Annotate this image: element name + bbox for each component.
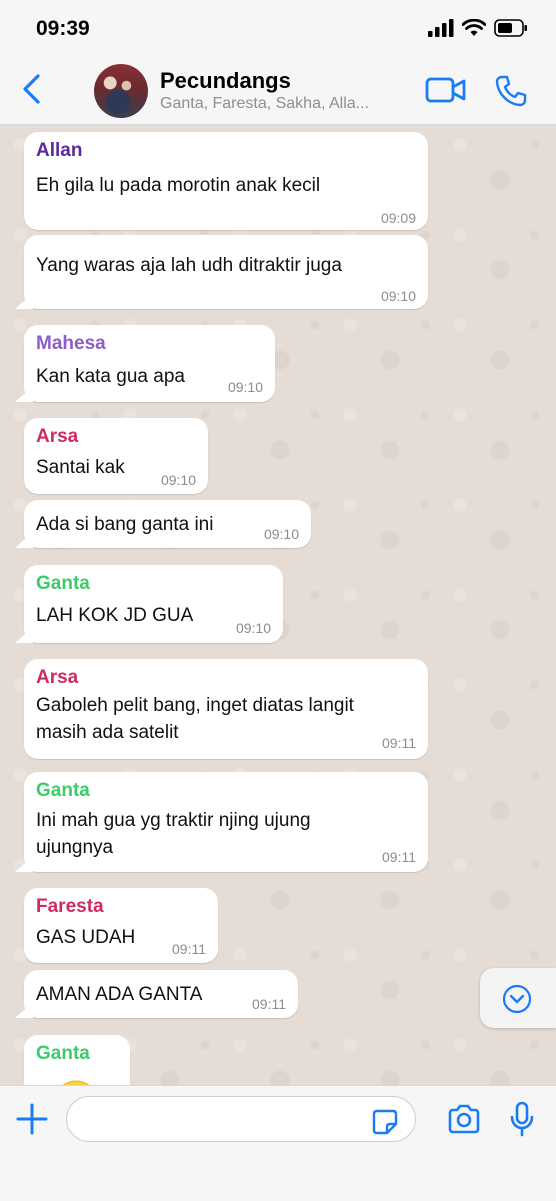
message-text: Ada si bang ganta ini	[36, 514, 214, 535]
message-bubble[interactable]: AMAN ADA GANTA 09:11	[24, 970, 298, 1018]
message-text: Ini mah gua yg traktir njing ujung	[36, 810, 311, 831]
message-bubble[interactable]: Mahesa Kan kata gua apa 09:10	[24, 325, 275, 402]
message-bubble[interactable]: Ada si bang ganta ini 09:10	[24, 500, 311, 548]
message-sender: Allan	[36, 140, 83, 161]
message-text: LAH KOK JD GUA	[36, 605, 194, 626]
group-avatar[interactable]	[94, 64, 148, 118]
message-bubble[interactable]: Arsa Santai kak 09:10	[24, 418, 208, 494]
message-time: 09:11	[382, 735, 416, 751]
sticker-icon[interactable]	[372, 1109, 398, 1135]
message-sender: Ganta	[36, 573, 90, 594]
message-sender: Arsa	[36, 426, 79, 447]
message-sender: Mahesa	[36, 333, 106, 354]
message-bubble[interactable]: Ganta Ini mah gua yg traktir njing ujung…	[24, 772, 428, 872]
video-call-icon[interactable]	[425, 76, 467, 104]
wifi-icon	[462, 19, 486, 36]
chat-header: Pecundangs Ganta, Faresta, Sakha, Alla..…	[0, 58, 556, 125]
message-text: Kan kata gua apa	[36, 366, 185, 387]
message-sender: Arsa	[36, 667, 79, 688]
message-bubble[interactable]: Yang waras aja lah udh ditraktir juga 09…	[24, 235, 428, 309]
message-time: 09:10	[380, 288, 416, 304]
message-sender: Faresta	[36, 896, 104, 917]
message-time: 09:10	[227, 379, 263, 395]
group-members[interactable]: Ganta, Faresta, Sakha, Alla...	[160, 95, 400, 113]
message-text: GAS UDAH	[36, 927, 136, 948]
message-text: masih ada satelit	[36, 722, 179, 743]
status-bar: 09:39	[0, 0, 556, 58]
message-bubble[interactable]: Arsa Gaboleh pelit bang, inget diatas la…	[24, 659, 428, 759]
message-sender: Ganta	[36, 780, 90, 801]
chevron-down-icon	[502, 984, 532, 1014]
camera-icon[interactable]	[447, 1104, 481, 1134]
signal-icon	[428, 19, 454, 37]
scroll-to-bottom-button[interactable]	[480, 968, 556, 1028]
composer-bar	[0, 1085, 556, 1201]
message-time: 09:10	[235, 620, 271, 636]
message-text: ujungnya	[36, 837, 114, 858]
message-bubble[interactable]: Ganta LAH KOK JD GUA 09:10	[24, 565, 283, 643]
message-time: 09:11	[172, 941, 206, 957]
message-time: 09:11	[382, 849, 416, 865]
message-sender: Ganta	[36, 1043, 90, 1064]
message-time: 09:09	[380, 210, 416, 226]
message-time: 09:10	[160, 472, 196, 488]
message-list[interactable]: Allan Eh gila lu pada morotin anak kecil…	[0, 125, 556, 1085]
message-time: 09:10	[263, 526, 299, 542]
message-text: AMAN ADA GANTA	[36, 984, 203, 1005]
message-text: Santai kak	[36, 457, 125, 478]
message-bubble[interactable]: Allan Eh gila lu pada morotin anak kecil…	[24, 132, 428, 230]
status-icons	[428, 19, 528, 37]
message-text: Yang waras aja lah udh ditraktir juga	[36, 255, 342, 276]
status-time: 09:39	[36, 17, 90, 40]
message-text: Eh gila lu pada morotin anak kecil	[36, 175, 321, 196]
chevron-left-icon[interactable]	[18, 72, 48, 106]
group-title[interactable]: Pecundangs	[160, 68, 291, 94]
message-text: Gaboleh pelit bang, inget diatas langit	[36, 695, 354, 716]
message-bubble[interactable]: Faresta GAS UDAH 09:11	[24, 888, 218, 963]
phone-icon[interactable]	[494, 74, 528, 108]
message-time: 09:11	[252, 996, 286, 1012]
message-input[interactable]	[66, 1096, 416, 1142]
battery-icon	[494, 19, 527, 37]
plus-icon[interactable]	[16, 1103, 48, 1135]
microphone-icon[interactable]	[509, 1101, 535, 1137]
